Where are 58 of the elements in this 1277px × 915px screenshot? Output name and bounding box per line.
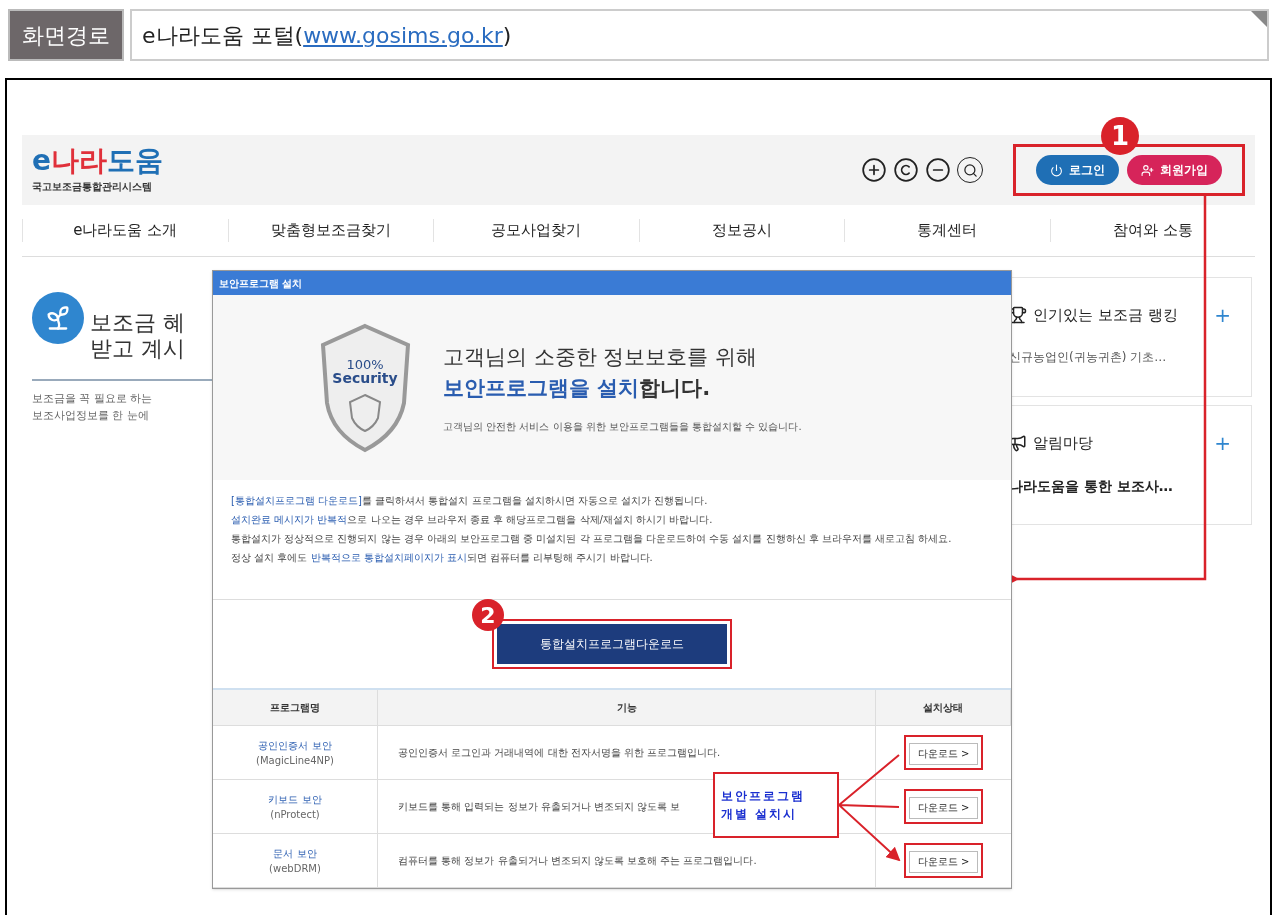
program-description: 키보드를 통해 입력되는 정보가 유출되거나 변조되지 않도록 보	[398, 800, 681, 814]
panel-title: 인기있는 보조금 랭킹	[1033, 304, 1179, 326]
login-button[interactable]: 로그인	[1036, 155, 1119, 185]
program-name: 공인인증서 보안	[258, 738, 332, 753]
program-product: (MagicLine4NP)	[256, 753, 334, 768]
zoom-in-icon[interactable]	[861, 157, 887, 183]
path-label: 화면경로	[8, 9, 124, 61]
logo-subtitle: 국고보조금통합관리시스템	[32, 179, 153, 194]
dialog-heading: 고객님의 소중한 정보보호를 위해	[443, 343, 759, 371]
panel-title: 알림마당	[1033, 432, 1094, 454]
program-product: (nProtect)	[270, 807, 320, 822]
program-description: 컴퓨터를 통해 정보가 유출되거나 변조되지 않도록 보호해 주는 프로그램입니다.	[398, 854, 757, 868]
panel-item[interactable]: 신규농업인(귀농귀촌) 기초…	[1009, 348, 1231, 366]
nav-item[interactable]: 정보공시	[638, 219, 844, 242]
site-logo[interactable]: e나라도움	[32, 146, 163, 175]
nav-item[interactable]: 통계센터	[844, 219, 1050, 242]
program-description: 공인인증서 로그인과 거래내역에 대한 전자서명을 위한 프로그램입니다.	[398, 746, 721, 760]
callout-text: 보안프로그램	[721, 788, 806, 805]
copyright-icon[interactable]	[893, 157, 919, 183]
nav-item[interactable]: 공모사업찾기	[433, 219, 639, 242]
step-badge: 2	[472, 599, 504, 631]
notice-text: [통합설치프로그램 다운로드]를 클릭하셔서 통합설치 프로그램을 설치하시면 자동으로 설치가 진행됩니다.	[231, 494, 709, 507]
callout-text: 개별 설치시	[721, 806, 799, 823]
signup-button[interactable]: 회원가입	[1127, 155, 1222, 185]
column-header: 설치상태	[876, 690, 1011, 725]
more-button[interactable]: +	[1214, 428, 1231, 458]
page-fold-icon	[1251, 11, 1267, 27]
more-button[interactable]: +	[1214, 300, 1231, 330]
banner-text: 보조사업정보를 한 눈에	[32, 407, 150, 424]
download-button[interactable]: 다운로드 >	[908, 796, 979, 819]
dialog-subtitle: 고객님의 안전한 서비스 이용을 위한 보안프로그램들을 통합설치할 수 있습니다.	[443, 419, 802, 434]
program-name: 문서 보안	[273, 846, 317, 861]
shield-drawing: 100% Security	[318, 322, 413, 453]
dialog-heading: 보안프로그램을 설치합니다.	[443, 375, 712, 402]
install-button[interactable]: 통합설치프로그램다운로드	[497, 624, 727, 664]
notice-text: 정상 설치 후에도 반복적으로 통합설치페이지가 표시되면 컴퓨터를 리부팅해 주시기 바랍니다.	[231, 551, 654, 564]
path-field: e나라도움 포털(www.gosims.go.kr)	[130, 9, 1269, 61]
notice-text: 설치완료 메시지가 반복적으로 나오는 경우 브라우저 종료 후 해당프로그램을 삭제/재설치 하시기 바랍니다.	[231, 513, 714, 526]
column-header: 프로그램명	[213, 690, 378, 725]
banner-heading: 보조금 혜	[90, 310, 185, 336]
banner-heading: 받고 계시	[90, 336, 185, 362]
nav-item[interactable]: 참여와 소통	[1049, 219, 1255, 242]
program-name: 키보드 보안	[268, 792, 322, 807]
column-header: 기능	[378, 690, 876, 725]
power-icon	[1050, 163, 1063, 177]
nav-item[interactable]: 맞춤형보조금찾기	[227, 219, 433, 242]
program-product: (webDRM)	[269, 861, 321, 876]
nav-item[interactable]: e나라도움 소개	[22, 219, 228, 242]
dialog-title: 보안프로그램 설치	[213, 271, 1011, 295]
site-link[interactable]: www.gosims.go.kr	[303, 18, 503, 52]
banner-text: 보조금을 꼭 필요로 하는	[32, 391, 154, 407]
download-button[interactable]: 다운로드 >	[908, 850, 979, 873]
megaphone-icon	[1009, 434, 1027, 452]
download-button[interactable]: 다운로드 >	[908, 742, 979, 765]
notice-text: 통합설치가 정상적으로 진행되지 않는 경우 아래의 보안프로그램 중 미설치된 각 프로그램을 다운로드하여 수동 설치를 진행하신 후 브라우저를 새로고침 하세요.	[231, 532, 953, 545]
zoom-out-icon[interactable]	[925, 157, 951, 183]
step-badge: 1	[1101, 117, 1139, 155]
user-plus-icon	[1141, 163, 1154, 177]
